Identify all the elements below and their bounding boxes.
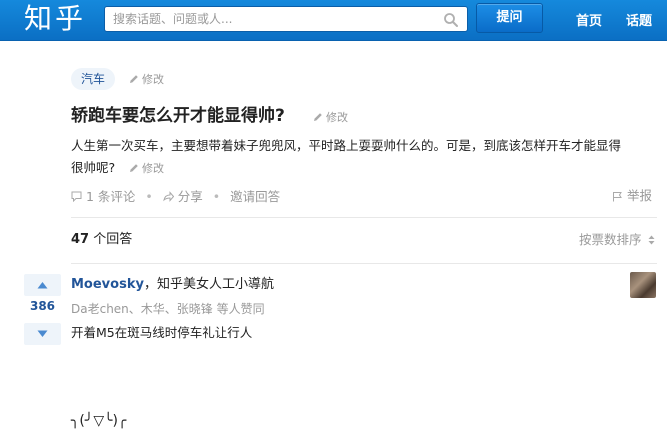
pencil-icon	[314, 113, 322, 121]
answer-count-number: 47	[71, 232, 90, 247]
search-icon[interactable]	[443, 12, 459, 28]
edit-title-link[interactable]: 修改	[313, 111, 348, 125]
vote-up-button[interactable]	[24, 274, 61, 296]
report-link[interactable]: 举报	[612, 187, 652, 205]
avatar[interactable]	[630, 272, 656, 298]
comment-icon	[71, 191, 82, 203]
answer-count-suffix: 个回答	[93, 232, 133, 247]
vote-down-button[interactable]	[24, 323, 61, 345]
ask-button[interactable]: 提问	[476, 3, 543, 33]
sort-arrows-icon	[648, 235, 654, 245]
sort-label: 按票数排序	[579, 232, 642, 247]
answer-author-line: Moevosky，知乎美女人工小導航	[71, 276, 274, 294]
edit-label: 修改	[142, 73, 164, 86]
edit-detail-link[interactable]: 修改	[129, 162, 164, 176]
divider	[71, 263, 657, 264]
search-box[interactable]	[104, 6, 468, 32]
vote-count: 386	[29, 299, 56, 313]
invite-answer-link[interactable]: 邀请回答	[230, 188, 280, 206]
answer-count: 47 个回答	[71, 231, 132, 249]
voters-list[interactable]: Da老chen、木华、张晓锋 等人赞同	[71, 301, 265, 317]
separator-dot: •	[212, 188, 221, 204]
share-icon	[163, 191, 174, 203]
flag-icon	[613, 192, 622, 202]
edit-label: 修改	[142, 162, 164, 175]
sort-select[interactable]: 按票数排序	[579, 231, 655, 249]
share-link[interactable]: 分享	[163, 187, 203, 206]
share-label: 分享	[177, 188, 203, 204]
separator-dot: •	[145, 188, 153, 204]
search-input[interactable]	[105, 7, 435, 31]
pencil-icon	[130, 75, 138, 83]
answer-kaomoji: ╮(╯▽╰)╭	[71, 413, 127, 429]
nav-topics[interactable]: 话题	[626, 10, 652, 29]
question-meta: 1 条评论 • 分享 • 邀请回答	[71, 187, 280, 205]
nav-home[interactable]: 首页	[576, 10, 602, 29]
author-bio: ，知乎美女人工小導航	[143, 277, 274, 292]
question-detail-line: 人生第一次买车，主要想带着妹子兜兜风，平时路上耍耍帅什么的。可是，到底该怎样开车…	[71, 138, 622, 153]
top-bar: 知乎 提问 首页 话题	[0, 0, 667, 41]
comments-link[interactable]: 1 条评论	[71, 187, 135, 206]
question-title: 轿跑车要怎么开才能显得帅?	[71, 106, 285, 126]
divider	[71, 217, 657, 218]
comments-count: 1 条评论	[86, 188, 136, 204]
edit-topics-link[interactable]: 修改	[129, 73, 164, 87]
report-label: 举报	[627, 188, 653, 203]
author-name[interactable]: Moevosky	[71, 277, 144, 292]
arrow-up-icon	[37, 282, 48, 289]
answer-text: 开着M5在斑马线时停车礼让行人	[71, 325, 253, 340]
topic-tag[interactable]: 汽车	[71, 68, 116, 90]
arrow-down-icon	[37, 330, 48, 337]
pencil-icon	[130, 164, 138, 172]
edit-label: 修改	[326, 111, 348, 124]
zhihu-logo[interactable]: 知乎	[24, 1, 86, 37]
